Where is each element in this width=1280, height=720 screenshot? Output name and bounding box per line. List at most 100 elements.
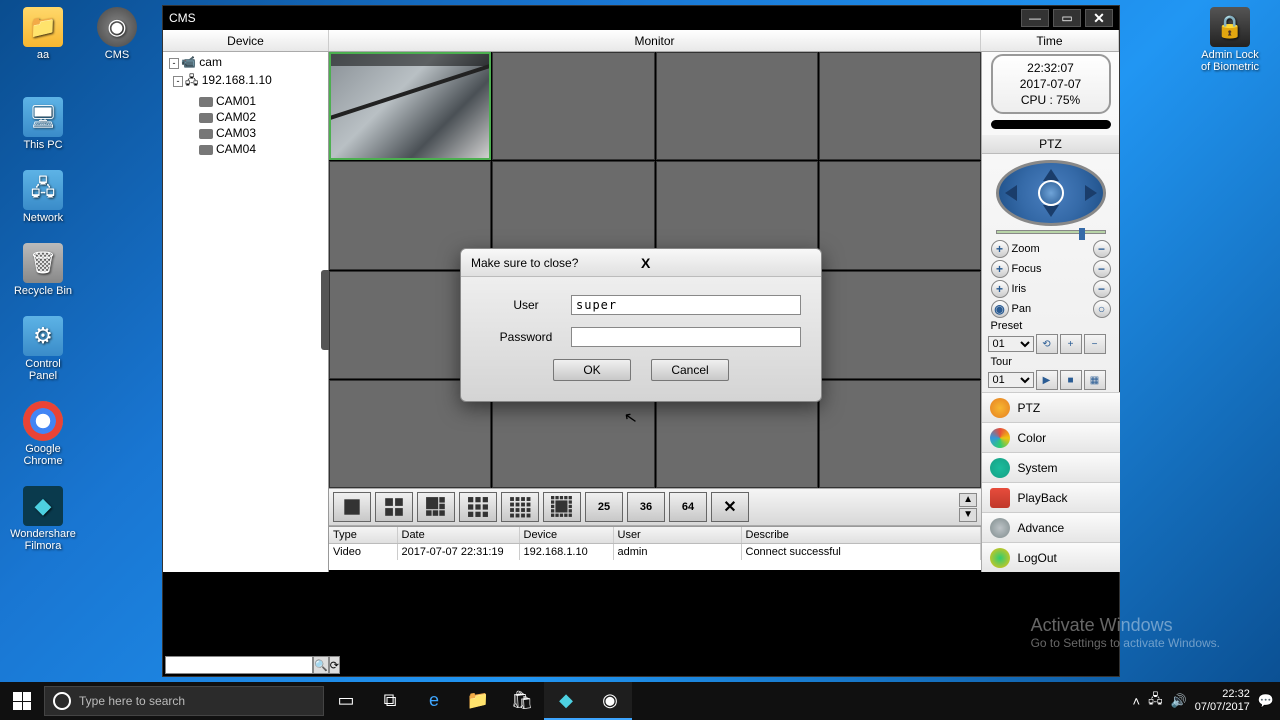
iris-minus[interactable]: − — [1093, 280, 1111, 298]
password-input[interactable] — [571, 327, 801, 347]
video-cell[interactable] — [492, 52, 654, 160]
tray-notifications-icon[interactable]: 💬 — [1258, 693, 1274, 709]
minimize-button[interactable]: — — [1021, 9, 1049, 27]
layout-36[interactable]: 36 — [627, 492, 665, 522]
status-bar — [991, 120, 1111, 129]
maximize-button[interactable]: ▭ — [1053, 9, 1081, 27]
tree-cam03[interactable]: CAM03 — [165, 125, 326, 141]
tour-grid[interactable]: ▦ — [1084, 370, 1106, 390]
taskbar-multitask[interactable]: ⧉ — [368, 682, 412, 720]
tray-clock[interactable]: 22:32 07/07/2017 — [1195, 688, 1250, 714]
user-input[interactable] — [571, 295, 801, 315]
dialog-close-button[interactable]: X — [641, 255, 811, 271]
desktop-icon-biometric[interactable]: 🔒Admin Lock of Biometric — [1195, 5, 1265, 75]
video-cell[interactable] — [819, 52, 981, 160]
tree-cam04[interactable]: CAM04 — [165, 141, 326, 157]
tree-refresh-button[interactable]: ⟳ — [329, 656, 340, 674]
log-col-user[interactable]: User — [613, 527, 741, 544]
tour-select[interactable]: 01 — [988, 372, 1034, 388]
taskbar-explorer[interactable]: 📁 — [456, 682, 500, 720]
log-col-type[interactable]: Type — [329, 527, 397, 544]
sidemenu-advance[interactable]: Advance — [982, 512, 1120, 542]
desktop-icon-filmora[interactable]: ◆Wondershare Filmora — [8, 484, 78, 554]
log-col-device[interactable]: Device — [519, 527, 613, 544]
tour-play[interactable]: ▶ — [1036, 370, 1058, 390]
tree-search-input[interactable] — [165, 656, 313, 674]
taskbar-filmora[interactable]: ◆ — [544, 682, 588, 720]
focus-minus[interactable]: − — [1093, 260, 1111, 278]
pan-plus[interactable]: ◉ — [991, 300, 1009, 318]
log-col-describe[interactable]: Describe — [741, 527, 981, 544]
taskbar-cms[interactable]: ◉ — [588, 682, 632, 720]
layout-9[interactable] — [459, 492, 497, 522]
layout-64[interactable]: 64 — [669, 492, 707, 522]
sidemenu-playback[interactable]: PlayBack — [982, 482, 1120, 512]
tree-search-button[interactable]: 🔍 — [313, 656, 329, 674]
desktop-icon-chrome[interactable]: Google Chrome — [8, 399, 78, 469]
tab-device[interactable]: Device — [163, 30, 329, 51]
layout-25[interactable]: 25 — [585, 492, 623, 522]
zoom-plus[interactable]: + — [991, 240, 1009, 258]
ptz-speed-slider[interactable] — [996, 230, 1106, 234]
titlebar[interactable]: CMS — ▭ ✕ — [163, 6, 1119, 30]
tour-label: Tour — [991, 356, 1111, 368]
tray-volume-icon[interactable]: 🔊 — [1171, 693, 1187, 709]
video-cell[interactable] — [819, 380, 981, 488]
pan-minus[interactable]: ○ — [1093, 300, 1111, 318]
desktop-icon-recycle[interactable]: 🗑Recycle Bin — [8, 241, 78, 299]
desktop-icon-aa[interactable]: 📁aa — [8, 5, 78, 63]
layout-16[interactable] — [501, 492, 539, 522]
desktop-icon-cms[interactable]: ◉CMS — [82, 5, 152, 63]
layout-fullscreen[interactable]: ✕ — [711, 492, 749, 522]
ok-button[interactable]: OK — [553, 359, 631, 381]
sidemenu-ptz[interactable]: PTZ — [982, 392, 1120, 422]
tray-network-icon[interactable]: 🖧 — [1148, 690, 1163, 712]
video-cell[interactable] — [819, 271, 981, 379]
systray[interactable]: ˄ 🖧 🔊 22:32 07/07/2017 💬 — [1126, 682, 1280, 720]
taskbar-store[interactable]: 🛍 — [500, 682, 544, 720]
preset-select[interactable]: 01 — [988, 336, 1034, 352]
start-button[interactable] — [0, 682, 44, 720]
page-updown[interactable]: ▲▼ — [959, 493, 977, 522]
layout-6[interactable] — [417, 492, 455, 522]
preset-add[interactable]: + — [1060, 334, 1082, 354]
tab-monitor[interactable]: Monitor — [329, 30, 981, 51]
taskbar-edge[interactable]: e — [412, 682, 456, 720]
layout-25g[interactable] — [543, 492, 581, 522]
layout-4[interactable] — [375, 492, 413, 522]
tree-cam02[interactable]: CAM02 — [165, 109, 326, 125]
video-cell[interactable] — [656, 52, 818, 160]
desktop-icon-controlpanel[interactable]: ⚙Control Panel — [8, 314, 78, 384]
layout-1[interactable] — [333, 492, 371, 522]
dialog-titlebar[interactable]: Make sure to close? X — [461, 249, 821, 277]
log-row[interactable]: Video 2017-07-07 22:31:19 192.168.1.10 a… — [329, 544, 981, 561]
zoom-minus[interactable]: − — [1093, 240, 1111, 258]
video-cell-1[interactable] — [329, 52, 491, 160]
tray-chevron-icon[interactable]: ˄ — [1132, 694, 1140, 709]
sidemenu-color[interactable]: Color — [982, 422, 1120, 452]
sidemenu-system[interactable]: System — [982, 452, 1120, 482]
taskview-icon[interactable]: ▭ — [324, 682, 368, 720]
tab-time[interactable]: Time — [981, 30, 1119, 51]
preset-goto[interactable]: ⟲ — [1036, 334, 1058, 354]
ptz-left[interactable] — [1005, 185, 1017, 201]
tree-root[interactable]: -📹 cam — [165, 54, 326, 70]
tree-cam01[interactable]: CAM01 — [165, 93, 326, 109]
tour-stop[interactable]: ■ — [1060, 370, 1082, 390]
close-button[interactable]: ✕ — [1085, 9, 1113, 27]
log-col-date[interactable]: Date — [397, 527, 519, 544]
tree-ip[interactable]: -🖧 192.168.1.10 — [165, 70, 326, 93]
ptz-right[interactable] — [1085, 185, 1097, 201]
cancel-button[interactable]: Cancel — [651, 359, 729, 381]
sidemenu-logout[interactable]: LogOut — [982, 542, 1120, 572]
ptz-down[interactable] — [1043, 205, 1059, 217]
taskbar-search[interactable]: Type here to search — [44, 686, 324, 716]
focus-plus[interactable]: + — [991, 260, 1009, 278]
preset-del[interactable]: − — [1084, 334, 1106, 354]
tree-collapse-handle[interactable] — [321, 270, 329, 350]
iris-plus[interactable]: + — [991, 280, 1009, 298]
video-cell[interactable] — [819, 161, 981, 269]
ptz-center[interactable] — [1038, 180, 1064, 206]
desktop-icon-thispc[interactable]: 🖥This PC — [8, 95, 78, 153]
desktop-icon-network[interactable]: 🖧Network — [8, 168, 78, 226]
